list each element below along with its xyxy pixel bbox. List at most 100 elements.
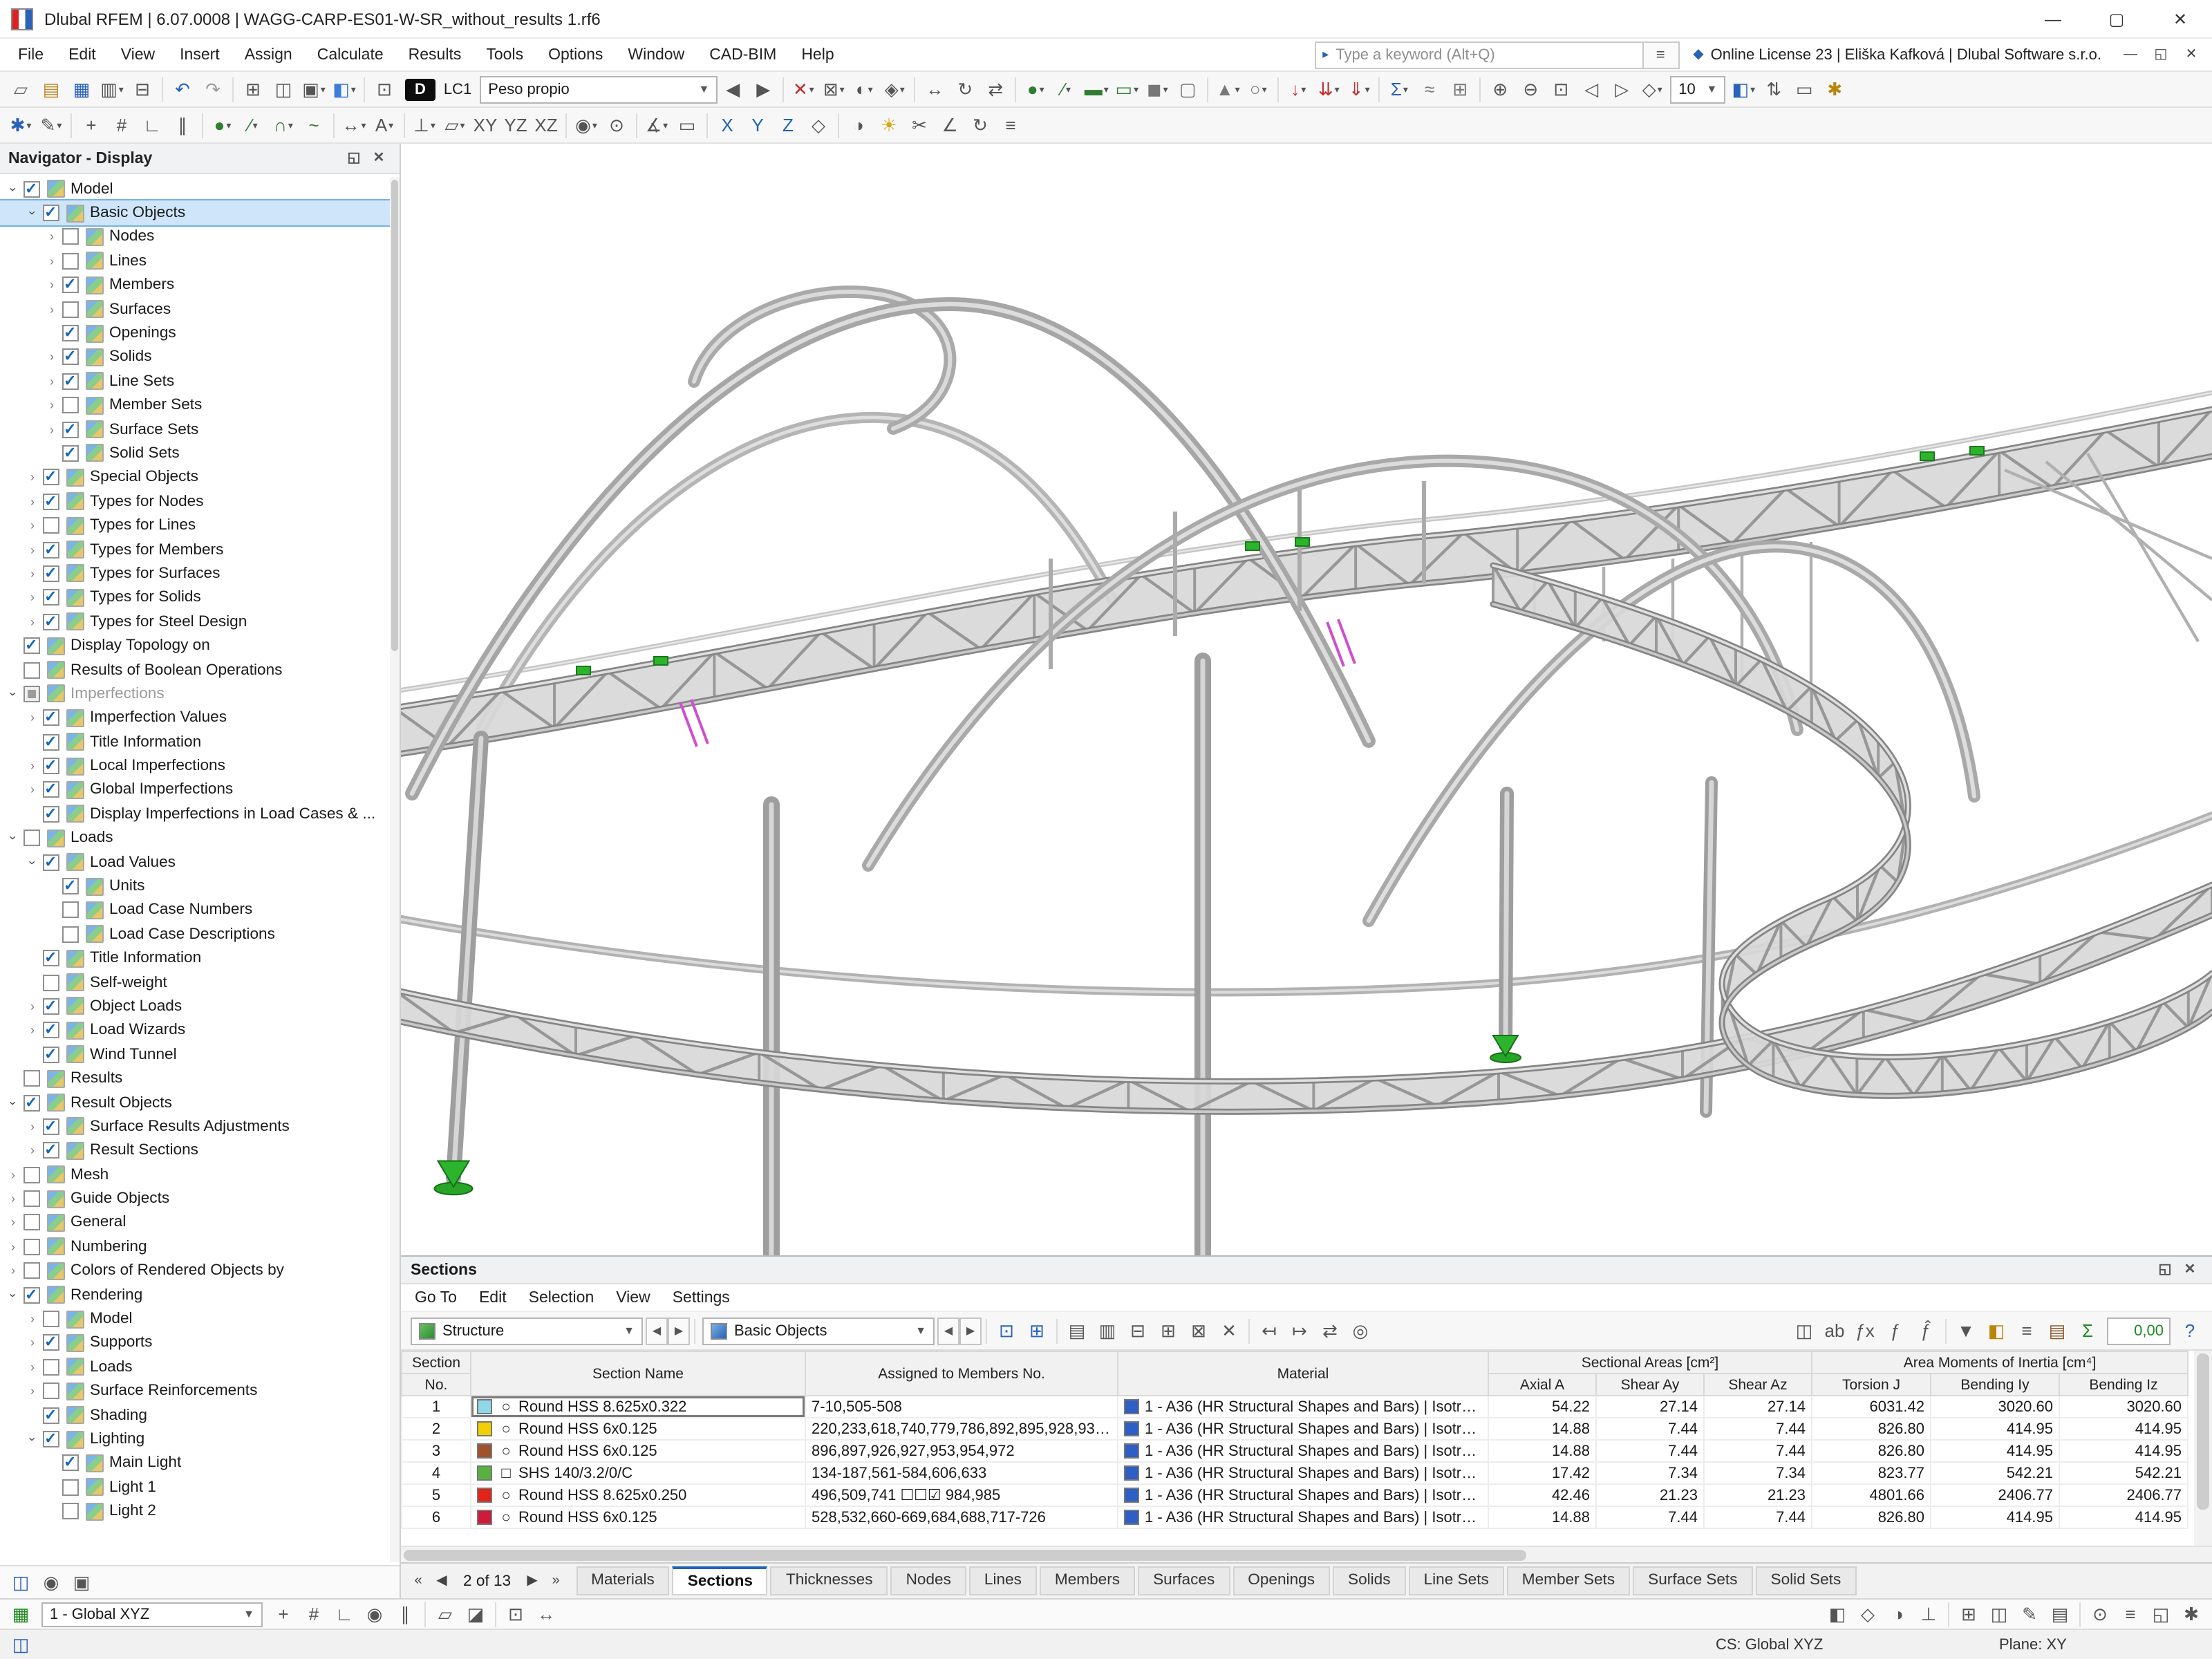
print-button[interactable]: ▥ ▾ bbox=[97, 74, 127, 104]
menu-item-insert[interactable]: Insert bbox=[167, 39, 232, 70]
views-eye-button[interactable]: ◉ bbox=[36, 1567, 66, 1597]
view-z-button[interactable]: Z bbox=[773, 110, 803, 140]
tree-item[interactable]: › Surface Reinforcements bbox=[0, 1379, 400, 1403]
tree-item[interactable]: › Line Sets bbox=[0, 369, 400, 393]
table-colors-button[interactable]: ◧ bbox=[1981, 1315, 2012, 1346]
cell-shear-az[interactable]: 7.44 bbox=[1703, 1418, 1812, 1441]
tree-item[interactable]: › Local Imperfections bbox=[0, 754, 400, 778]
tree-checkbox[interactable] bbox=[24, 1070, 40, 1087]
col-header-torsion-j[interactable]: Torsion J bbox=[1811, 1373, 1931, 1396]
rendering-mode-button[interactable]: ◧ ▾ bbox=[329, 74, 359, 104]
tree-checkbox[interactable] bbox=[62, 420, 79, 438]
tree-checkbox[interactable] bbox=[62, 301, 79, 318]
cell-assigned-members[interactable]: 220,233,618,740,779,786,892,895,928,931,… bbox=[805, 1418, 1118, 1441]
dimensions-button[interactable]: ↔ ▾ bbox=[339, 110, 369, 140]
last-table-tab-button[interactable]: » bbox=[544, 1573, 568, 1588]
cell-bending-iz[interactable]: 2406.77 bbox=[2058, 1484, 2189, 1507]
tab-solid-sets[interactable]: Solid Sets bbox=[1755, 1566, 1857, 1595]
tab-sections[interactable]: Sections bbox=[672, 1566, 768, 1595]
view-x-button[interactable]: X bbox=[712, 110, 742, 140]
table-fx-edit-button[interactable]: ƒ bbox=[1880, 1315, 1911, 1346]
cell-torsion-j[interactable]: 826.80 bbox=[1811, 1418, 1931, 1441]
tree-checkbox[interactable] bbox=[43, 805, 59, 823]
open-model-button[interactable]: ▤ bbox=[36, 74, 66, 104]
cell-axial-a[interactable]: 14.88 bbox=[1488, 1506, 1597, 1529]
col-header-shear-az[interactable]: Shear Az bbox=[1703, 1373, 1812, 1396]
cell-section-name[interactable]: ○ Round HSS 6x0.125 bbox=[470, 1506, 806, 1529]
chevron-collapsed-icon[interactable]: › bbox=[43, 279, 61, 292]
chevron-collapsed-icon[interactable]: › bbox=[43, 398, 61, 412]
menu-item-tools[interactable]: Tools bbox=[474, 39, 536, 70]
insert-polyline-button[interactable]: ∕ ▾ bbox=[238, 110, 268, 140]
cell-bending-iz[interactable]: 542.21 bbox=[2058, 1462, 2189, 1485]
tree-checkbox[interactable] bbox=[43, 1382, 59, 1400]
cell-section-no[interactable]: 6 bbox=[401, 1506, 471, 1529]
next-category-button[interactable]: ▶ bbox=[959, 1317, 982, 1344]
cell-axial-a[interactable]: 42.46 bbox=[1488, 1484, 1597, 1507]
cell-section-name[interactable]: ○ Round HSS 6x0.125 bbox=[470, 1418, 806, 1441]
menu-item-results[interactable]: Results bbox=[396, 39, 474, 70]
menu-item-help[interactable]: Help bbox=[789, 39, 846, 70]
tree-checkbox[interactable] bbox=[43, 468, 59, 486]
tab-lines[interactable]: Lines bbox=[968, 1566, 1037, 1595]
table-delete-row-button[interactable]: ⊠ bbox=[1183, 1315, 1214, 1346]
display-factor-combo[interactable]: 10 ▼ bbox=[1670, 75, 1726, 103]
minimize-button[interactable]: — bbox=[2021, 0, 2085, 38]
tab-solids[interactable]: Solids bbox=[1333, 1566, 1406, 1595]
chevron-collapsed-icon[interactable]: › bbox=[24, 759, 41, 773]
table-settings-button[interactable]: ≡ bbox=[2012, 1315, 2042, 1346]
tree-item[interactable]: › Loads bbox=[0, 1355, 400, 1379]
table-jump-button[interactable]: ⇄ bbox=[1315, 1315, 1345, 1346]
view-settings-button[interactable]: ≡ bbox=[995, 110, 1026, 140]
tree-item[interactable]: › Types for Surfaces bbox=[0, 562, 400, 586]
render-view-button[interactable]: ◧ ▾ bbox=[1728, 74, 1759, 104]
swap-view-button[interactable]: ⇅ bbox=[1759, 74, 1789, 104]
tree-item[interactable]: Title Information bbox=[0, 946, 400, 971]
prev-table-tab-button[interactable]: ◀ bbox=[430, 1573, 453, 1588]
tree-item[interactable]: Display Topology on bbox=[0, 634, 400, 658]
tab-line-sets[interactable]: Line Sets bbox=[1408, 1566, 1504, 1595]
tree-item[interactable]: › Surface Sets bbox=[0, 418, 400, 442]
chevron-collapsed-icon[interactable]: › bbox=[24, 1120, 41, 1134]
table-category-combo[interactable]: Basic Objects ▼ bbox=[702, 1317, 935, 1344]
tree-item[interactable]: › Member Sets bbox=[0, 393, 400, 418]
table-toggle-button[interactable]: ⊞ bbox=[1953, 1599, 1984, 1629]
table-fx-button[interactable]: ƒx bbox=[1850, 1315, 1880, 1346]
prev-table-button[interactable]: ◀ bbox=[646, 1317, 668, 1344]
show-tables-button[interactable]: ⊞ bbox=[238, 74, 268, 104]
cell-shear-az[interactable]: 7.44 bbox=[1703, 1440, 1812, 1463]
measure-button[interactable]: ∡ ▾ bbox=[641, 110, 672, 140]
user-view-button[interactable]: ◈ ▾ bbox=[879, 74, 910, 104]
chevron-collapsed-icon[interactable]: › bbox=[24, 591, 41, 605]
menu-item-selection[interactable]: Selection bbox=[518, 1282, 606, 1313]
tab-openings[interactable]: Openings bbox=[1232, 1566, 1330, 1595]
tab-members[interactable]: Members bbox=[1039, 1566, 1136, 1595]
menu-item-window[interactable]: Window bbox=[615, 39, 697, 70]
cell-shear-ay[interactable]: 21.23 bbox=[1595, 1484, 1705, 1507]
tree-checkbox[interactable] bbox=[43, 974, 59, 991]
table-horizontal-scrollbar[interactable] bbox=[401, 1546, 2212, 1562]
tree-checkbox[interactable] bbox=[62, 1454, 79, 1472]
tree-checkbox[interactable] bbox=[62, 926, 79, 943]
clipping-planes-button[interactable]: ✂ bbox=[904, 110, 935, 140]
ruler-button[interactable]: ▭ bbox=[672, 110, 702, 140]
new-member-button[interactable]: ▬ ▾ bbox=[1081, 74, 1112, 104]
new-node-button[interactable]: ● ▾ bbox=[1020, 74, 1051, 104]
tree-checkbox[interactable] bbox=[24, 1166, 40, 1183]
cell-torsion-j[interactable]: 4801.66 bbox=[1811, 1484, 1931, 1507]
tree-checkbox[interactable] bbox=[43, 1141, 59, 1159]
menu-item-options[interactable]: Options bbox=[536, 39, 615, 70]
cell-shear-az[interactable]: 21.23 bbox=[1703, 1484, 1812, 1507]
tree-item[interactable]: › Object Loads bbox=[0, 995, 400, 1019]
surface-load-button[interactable]: ⇓ ▾ bbox=[1344, 74, 1374, 104]
col-header-section[interactable]: Section bbox=[401, 1351, 471, 1374]
load-case-combo[interactable]: Peso propio ▼ bbox=[480, 75, 718, 103]
cell-shear-ay[interactable]: 7.34 bbox=[1595, 1462, 1705, 1485]
tree-item[interactable]: Self-weight bbox=[0, 971, 400, 995]
cell-section-name[interactable]: ○ Round HSS 6x0.125 bbox=[470, 1440, 806, 1463]
tree-item[interactable]: › Special Objects bbox=[0, 465, 400, 489]
new-surface-button[interactable]: ▭ ▾ bbox=[1112, 74, 1142, 104]
cell-bending-iy[interactable]: 414.95 bbox=[1930, 1506, 2060, 1529]
select-button[interactable]: ⊠ ▾ bbox=[818, 74, 849, 104]
tree-checkbox[interactable] bbox=[43, 492, 59, 510]
